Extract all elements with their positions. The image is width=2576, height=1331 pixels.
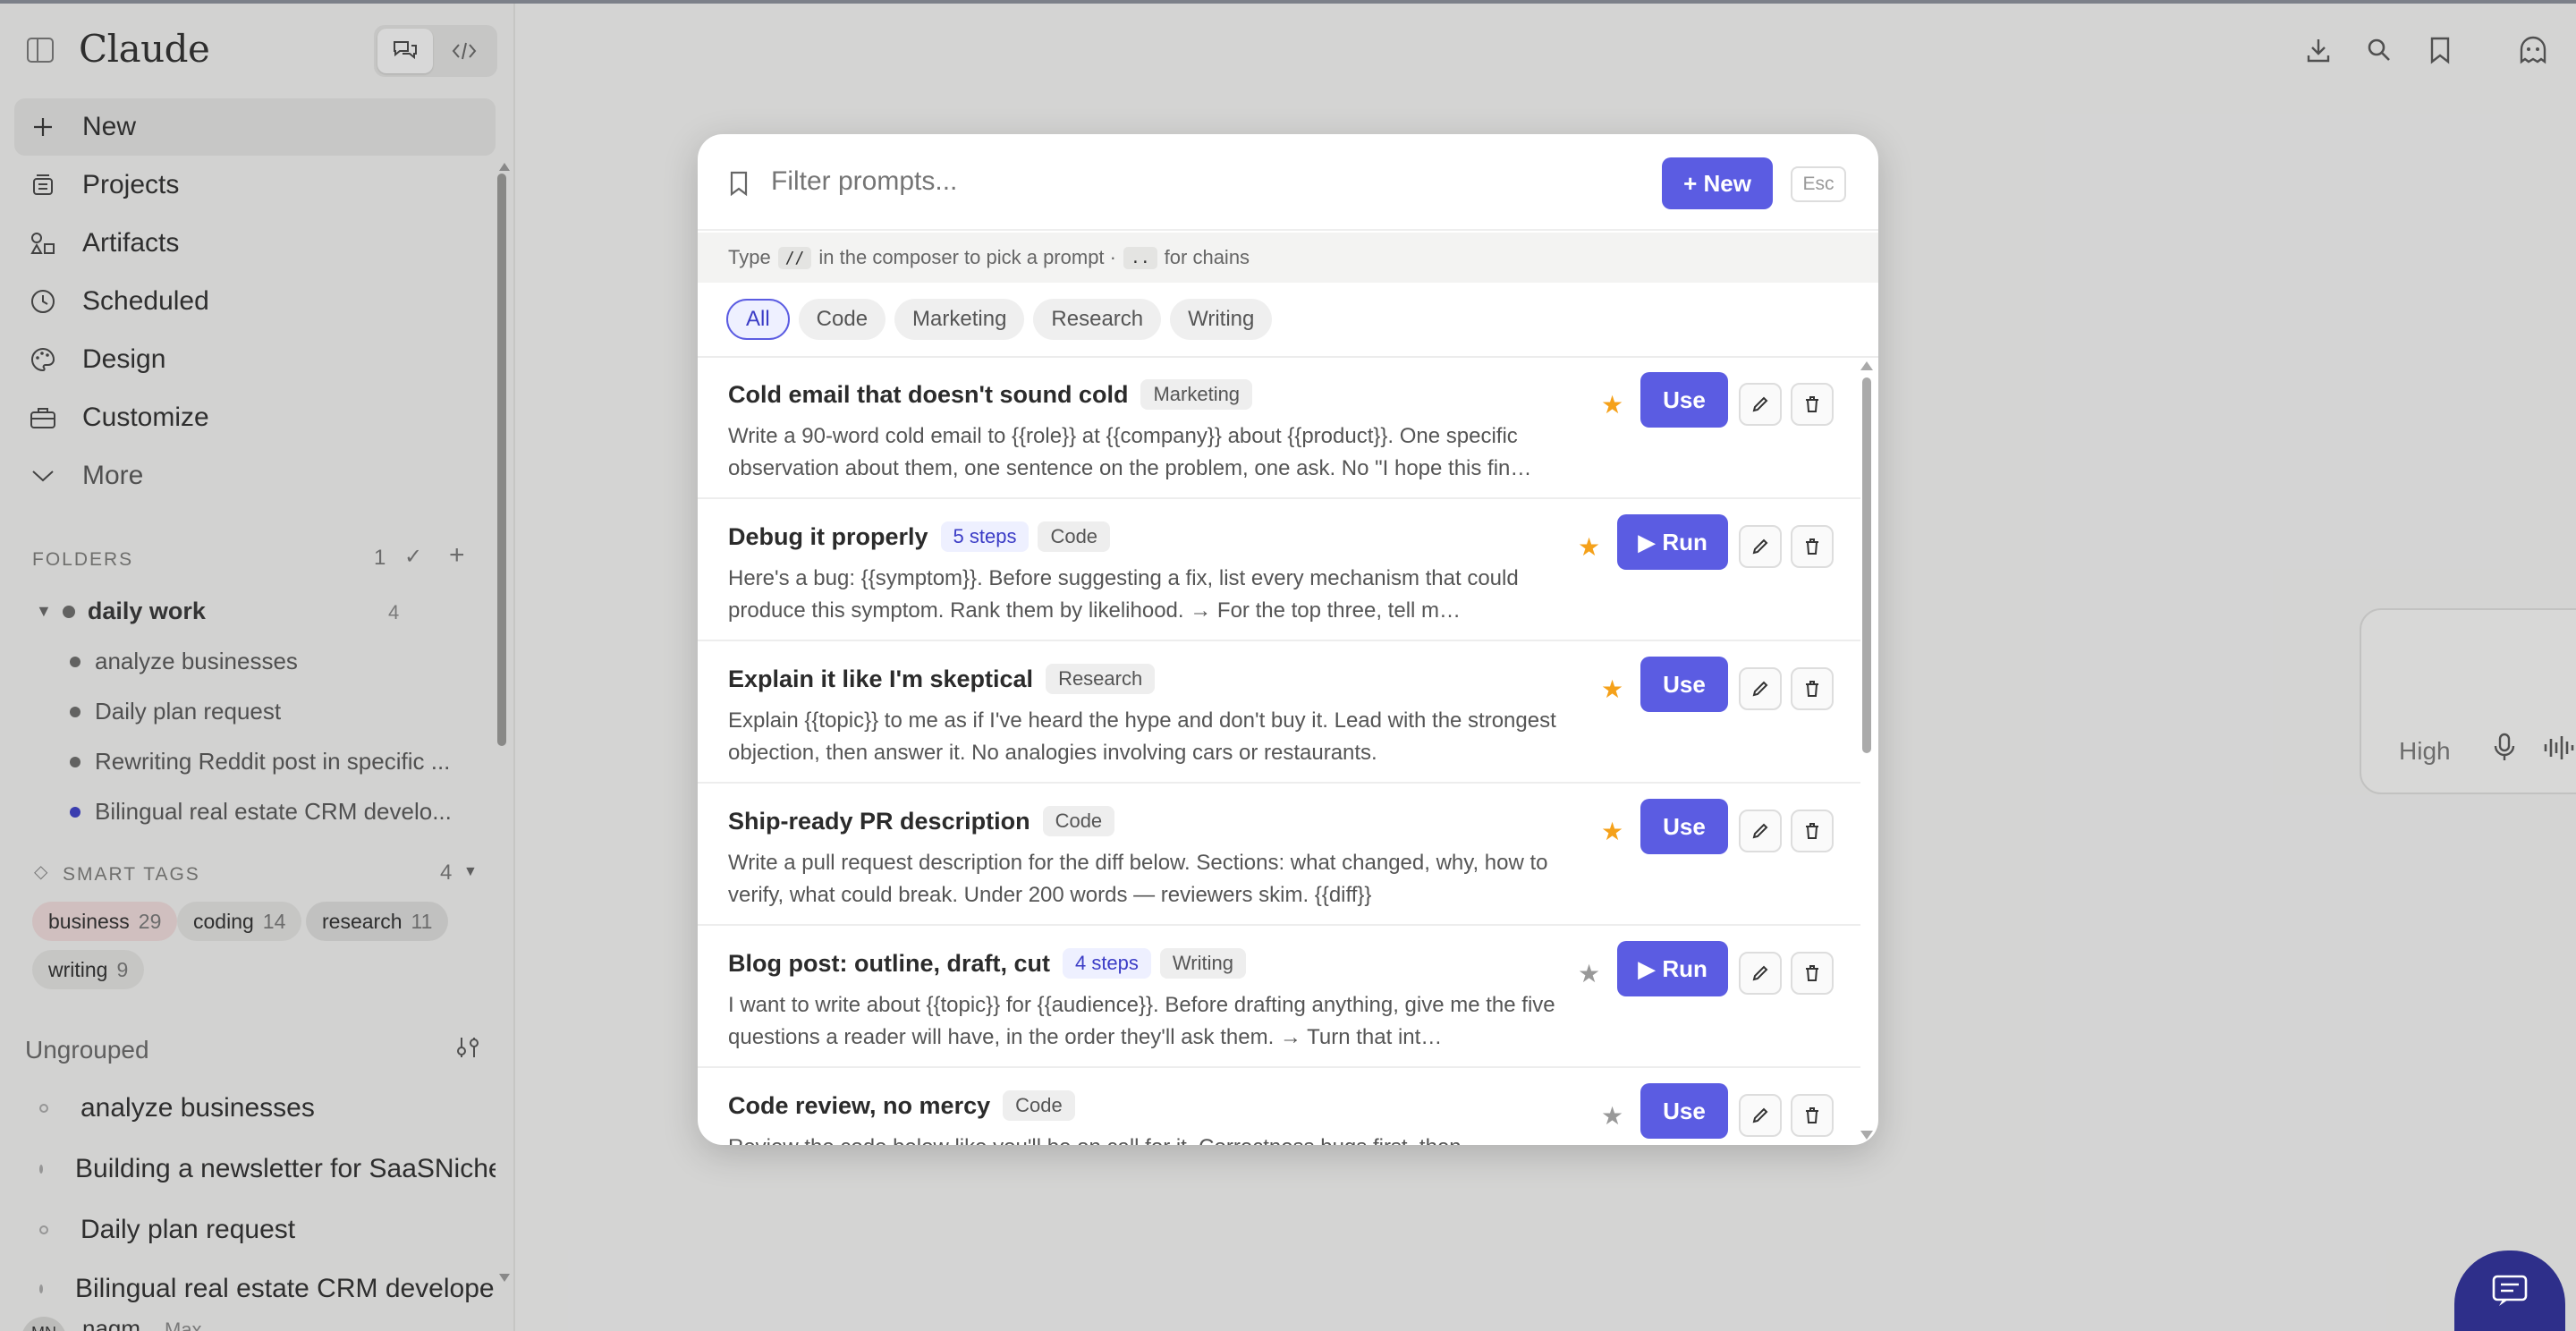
prompt-title-text: Explain it like I'm skeptical [728,665,1034,692]
prompt-row[interactable]: Explain it like I'm skeptical Research Ex… [698,642,1860,784]
filter-prompts-input[interactable] [771,166,1576,197]
bookmark-icon [728,170,750,201]
delete-trash-icon[interactable] [1791,1094,1834,1137]
scroll-down-arrow[interactable] [1860,1131,1873,1140]
composer-hint: Type // in the composer to pick a prompt… [698,233,1878,283]
prompt-description: I want to write about {{topic}} for {{au… [728,993,1555,1049]
prompt-category-tag: Code [1042,806,1115,836]
chat-icon [2492,1275,2528,1306]
prompt-list-scrollbar[interactable] [1862,377,1871,753]
star-icon[interactable]: ★ [1601,817,1623,846]
esc-close-button[interactable]: Esc [1791,166,1846,202]
prompt-title: Code review, no mercy Code [728,1090,1075,1121]
hint-kbd: .. [1123,246,1157,269]
use-button[interactable]: Use [1640,799,1728,854]
star-icon[interactable]: ★ [1601,674,1623,704]
hint-text: in the composer to pick a prompt · [818,246,1116,268]
use-button[interactable]: Use [1640,1083,1728,1139]
modal-header: + New Esc [698,134,1878,231]
filter-code[interactable]: Code [798,299,886,340]
edit-pencil-icon[interactable] [1739,383,1782,426]
hint-text: for chains [1164,246,1250,268]
star-icon[interactable]: ★ [1601,390,1623,420]
delete-trash-icon[interactable] [1791,667,1834,710]
prompt-row[interactable]: Debug it properly 5 steps Code Here's a bu… [698,500,1860,641]
prompt-description: Explain {{topic}} to me as if I've heard… [728,708,1556,765]
delete-trash-icon[interactable] [1791,525,1834,568]
prompt-category-tag: Writing [1159,948,1246,979]
prompt-category-tag: Code [1003,1090,1075,1121]
filter-writing[interactable]: Writing [1170,299,1273,340]
hint-kbd: // [777,246,812,269]
delete-trash-icon[interactable] [1791,952,1834,995]
new-prompt-button[interactable]: + New [1662,157,1773,209]
edit-pencil-icon[interactable] [1739,1094,1782,1137]
prompt-title-text: Code review, no mercy [728,1091,991,1119]
star-icon[interactable]: ★ [1578,532,1600,562]
prompt-description: Review the code below like you'll be on … [728,1132,1596,1145]
prompt-title: Cold email that doesn't sound cold Market… [728,379,1253,410]
prompt-title: Ship-ready PR description Code [728,806,1115,836]
prompt-title: Blog post: outline, draft, cut 4 steps Wri… [728,948,1246,979]
category-filters: All Code Marketing Research Writing [726,299,1281,343]
prompt-row[interactable]: Code review, no mercy Code Review the cod… [698,1069,1860,1145]
prompt-description: Write a 90-word cold email to {{role}} a… [728,424,1532,480]
filter-research[interactable]: Research [1033,299,1162,340]
prompt-category-tag: Code [1038,521,1111,552]
prompt-title-text: Cold email that doesn't sound cold [728,380,1129,408]
edit-pencil-icon[interactable] [1739,525,1782,568]
edit-pencil-icon[interactable] [1739,667,1782,710]
prompt-title-text: Ship-ready PR description [728,807,1030,835]
prompt-description: Write a pull request description for the… [728,851,1548,907]
prompt-category-tag: Marketing [1140,379,1253,410]
edit-pencil-icon[interactable] [1739,952,1782,995]
prompt-row[interactable]: Cold email that doesn't sound cold Market… [698,358,1860,499]
prompt-title-text: Debug it properly [728,522,928,550]
star-icon[interactable]: ★ [1601,1101,1623,1131]
star-icon[interactable]: ★ [1578,959,1600,988]
hint-text: Type [728,246,771,268]
run-button[interactable]: ▶ Run [1617,514,1728,570]
delete-trash-icon[interactable] [1791,383,1834,426]
prompt-title: Debug it properly 5 steps Code [728,521,1111,552]
scroll-up-arrow[interactable] [1860,361,1873,370]
prompt-library-modal: + New Esc Type // in the composer to pic… [698,134,1878,1145]
prompt-description: Here's a bug: {{symptom}}. Before sugges… [728,566,1519,623]
prompt-title: Explain it like I'm skeptical Research [728,664,1156,694]
run-button[interactable]: ▶ Run [1617,941,1728,996]
prompt-row[interactable]: Blog post: outline, draft, cut 4 steps Wri… [698,927,1860,1068]
filter-all[interactable]: All [726,299,790,340]
use-button[interactable]: Use [1640,657,1728,712]
edit-pencil-icon[interactable] [1739,810,1782,852]
use-button[interactable]: Use [1640,372,1728,428]
delete-trash-icon[interactable] [1791,810,1834,852]
prompt-steps-tag: 5 steps [940,521,1030,552]
prompt-title-text: Blog post: outline, draft, cut [728,949,1050,977]
prompt-steps-tag: 4 steps [1062,948,1151,979]
prompt-row[interactable]: Ship-ready PR description Code Write a pu… [698,784,1860,926]
prompt-category-tag: Research [1046,664,1156,694]
filter-marketing[interactable]: Marketing [894,299,1025,340]
